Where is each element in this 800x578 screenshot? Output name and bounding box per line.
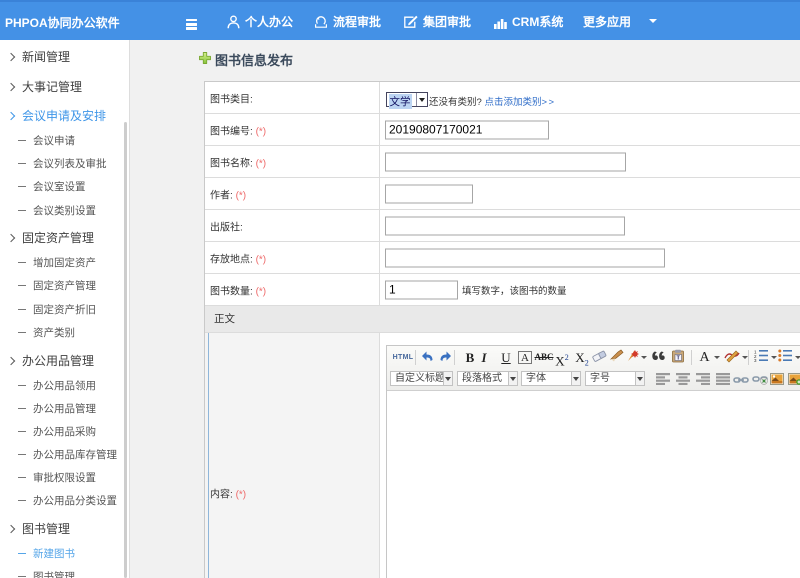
svg-text:3: 3 [754,358,757,362]
